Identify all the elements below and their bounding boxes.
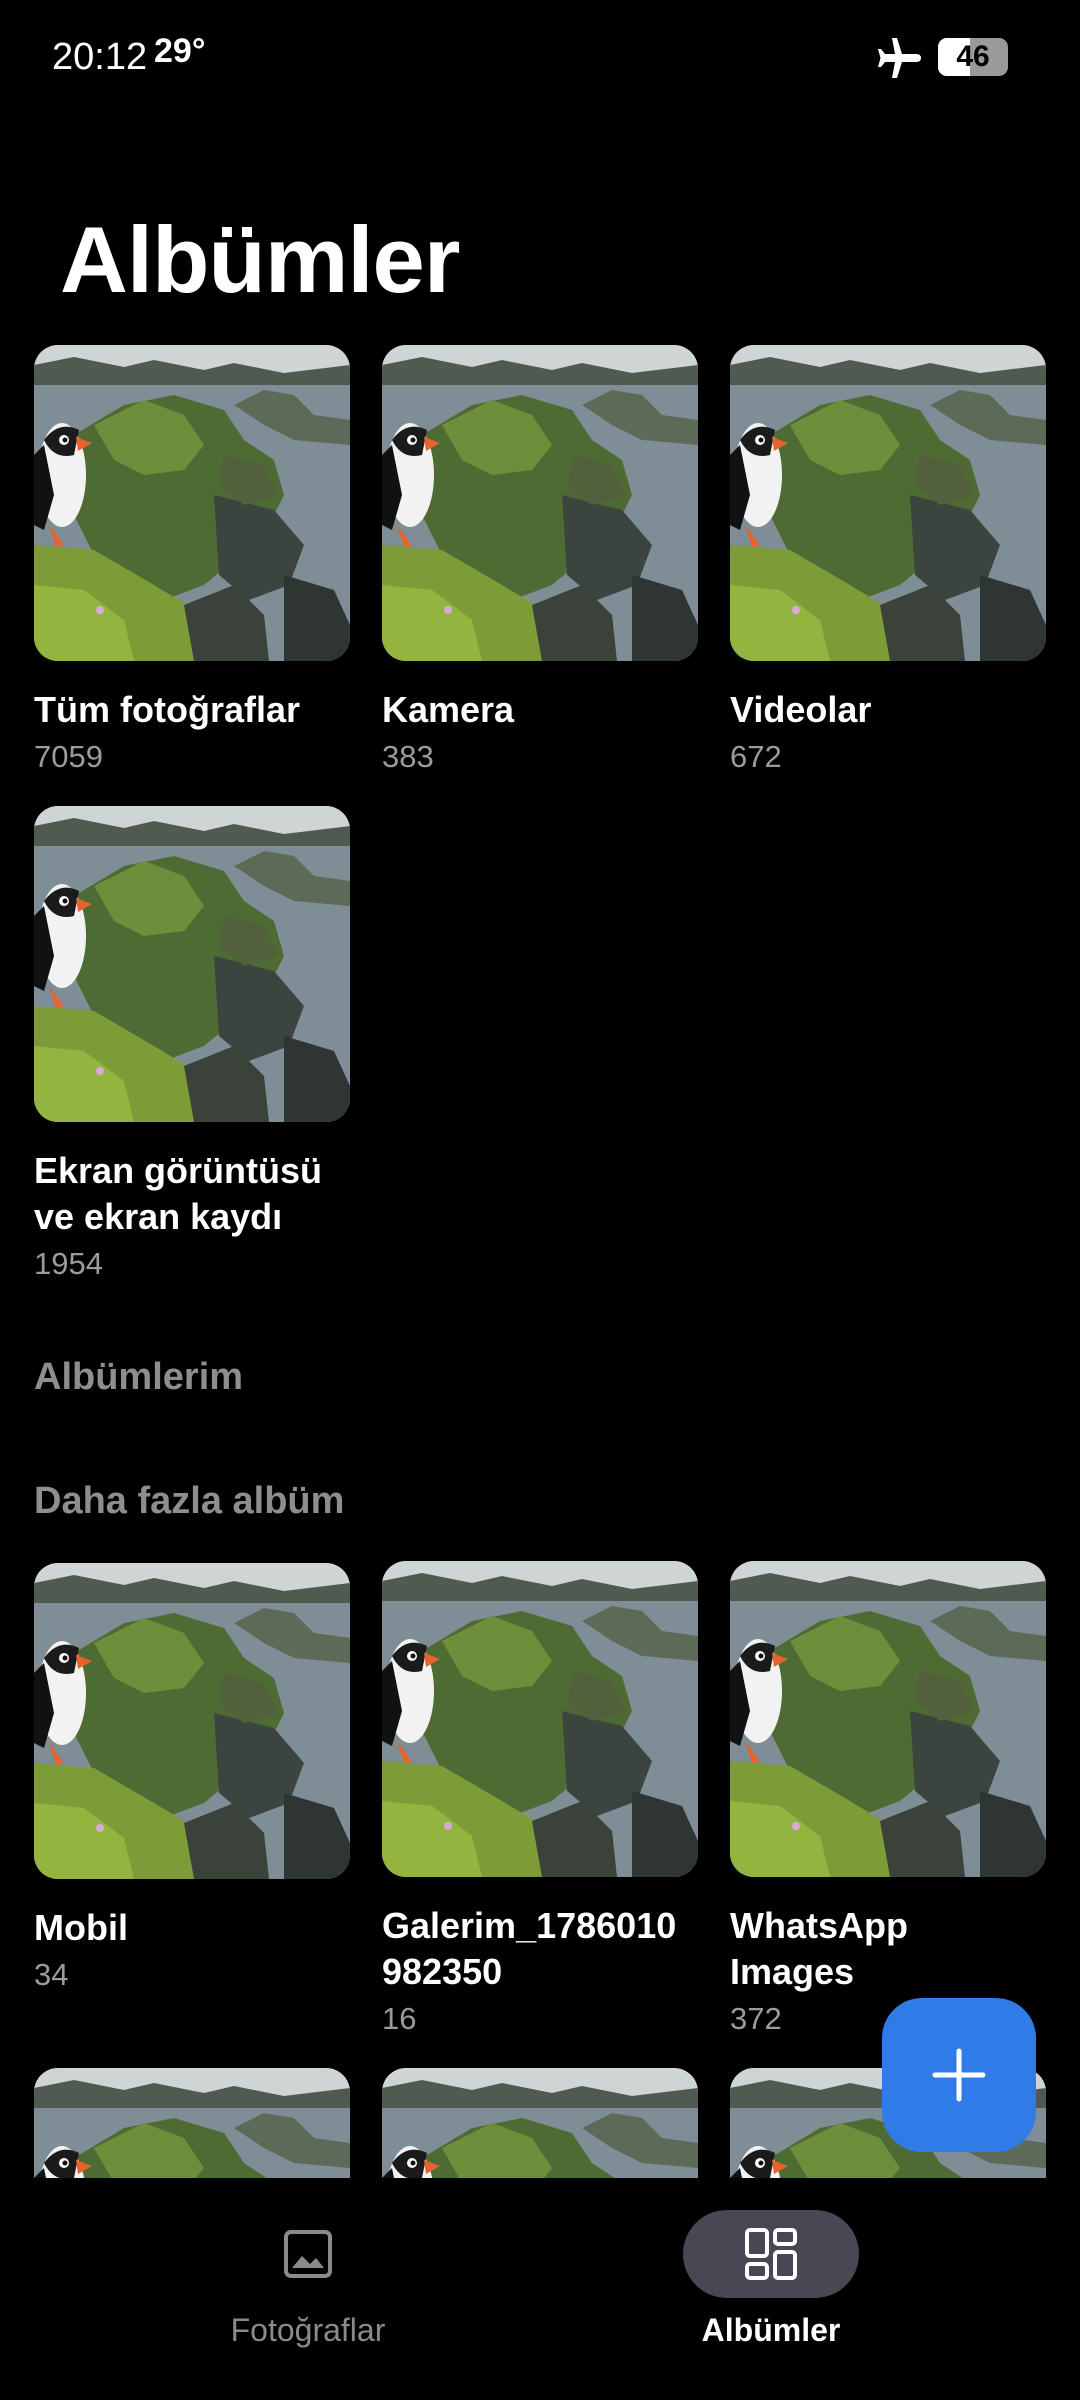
nav-tab-photos[interactable]: Fotoğraflar xyxy=(158,2210,458,2380)
section-title-my-albums: Albümlerim xyxy=(34,1356,244,1398)
album-videos[interactable]: Videolar 672 xyxy=(730,345,1046,775)
album-thumbnail[interactable] xyxy=(34,2068,350,2178)
nav-tab-albums[interactable]: Albümler xyxy=(621,2210,921,2380)
album-thumbnail[interactable] xyxy=(730,1561,1046,1877)
albums-screen: 20:12 29° 46 Albümler Tüm fotoğraflar 70… xyxy=(0,0,1080,2400)
album-count: 34 xyxy=(34,1957,69,1992)
album-name: Galerim_1786010 982350 xyxy=(382,1905,677,1992)
album-name: Mobil xyxy=(34,1907,128,1948)
album-count: 672 xyxy=(730,739,782,774)
album-count: 383 xyxy=(382,739,434,774)
album-name: Videolar xyxy=(730,689,872,730)
status-temperature: 29° xyxy=(154,32,206,70)
album-thumbnail[interactable] xyxy=(730,345,1046,661)
album-name: Ekran görüntüsü ve ekran kaydı xyxy=(34,1150,323,1237)
album-count: 7059 xyxy=(34,739,103,774)
album-count: 1954 xyxy=(34,1246,103,1281)
battery-indicator: 46 xyxy=(938,38,1008,76)
album-name: Tüm fotoğraflar xyxy=(34,689,300,730)
album-galerim[interactable]: Galerim_1786010 982350 16 xyxy=(382,1561,698,2037)
album-thumbnail[interactable] xyxy=(34,345,350,661)
battery-level-text: 46 xyxy=(956,40,990,73)
album-camera[interactable]: Kamera 383 xyxy=(382,345,698,775)
album-thumbnail[interactable] xyxy=(34,1563,350,1879)
nav-label-photos: Fotoğraflar xyxy=(230,2312,386,2348)
album-name: Kamera xyxy=(382,689,515,730)
album-thumbnail[interactable] xyxy=(382,345,698,661)
album-mobil[interactable]: Mobil 34 xyxy=(34,1563,350,1993)
album-screenshots[interactable]: Ekran görüntüsü ve ekran kaydı 1954 xyxy=(34,806,350,1282)
image-icon xyxy=(284,2230,332,2278)
album-thumbnail[interactable] xyxy=(382,2068,698,2178)
add-album-button[interactable] xyxy=(882,1998,1036,2152)
album-all-photos[interactable]: Tüm fotoğraflar 7059 xyxy=(34,345,350,775)
nav-icon-container xyxy=(220,2210,396,2298)
nav-label-albums: Albümler xyxy=(701,2312,841,2348)
plus-icon xyxy=(929,2045,989,2105)
status-time: 20:12 xyxy=(52,36,148,78)
status-bar: 20:12 29° 46 xyxy=(0,0,1080,115)
album-whatsapp-images[interactable]: WhatsApp Images 372 xyxy=(730,1561,1046,2037)
section-title-more-albums: Daha fazla albüm xyxy=(34,1480,345,1522)
grid-icon xyxy=(745,2228,797,2280)
album-name: WhatsApp Images xyxy=(730,1905,908,1992)
airplane-icon xyxy=(878,38,921,78)
album-count: 16 xyxy=(382,2001,417,2036)
bottom-navigation: Fotoğraflar Albümler xyxy=(0,2180,1080,2400)
nav-icon-container-active xyxy=(683,2210,859,2298)
page-title: Albümler xyxy=(60,207,460,312)
album-thumbnail[interactable] xyxy=(34,806,350,1122)
album-thumbnail[interactable] xyxy=(382,1561,698,1877)
